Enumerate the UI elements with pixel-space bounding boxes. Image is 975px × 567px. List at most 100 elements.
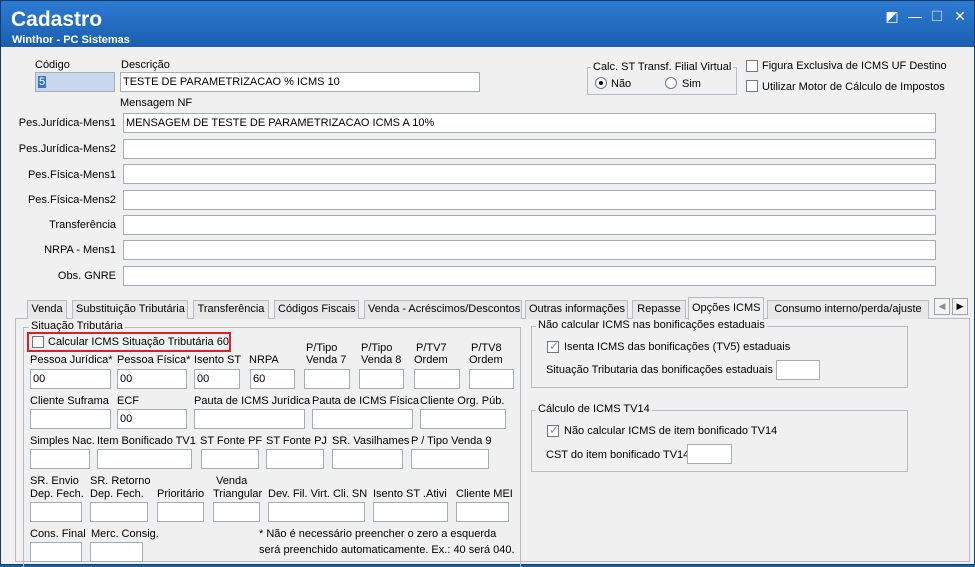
radio-sim-label: Sim: [682, 78, 701, 90]
descricao-field[interactable]: TESTE DE PARAMETRIZACAO % ICMS 10: [120, 72, 480, 92]
sr-retorno-label-2: Dep. Fech.: [90, 488, 144, 500]
tab-repasse[interactable]: Repasse: [632, 300, 686, 319]
minimize-button[interactable]: —: [906, 8, 924, 24]
pes-juridica-mens2-field[interactable]: [123, 139, 936, 159]
p-tv7-ordem-field[interactable]: [414, 369, 460, 389]
p-tipo-venda8-label-1: P/Tipo: [361, 342, 393, 354]
cliente-org-pub-label: Cliente Org. Púb.: [420, 395, 505, 407]
radio-nao[interactable]: [595, 77, 607, 89]
pessoa-juridica-field[interactable]: 00: [30, 369, 111, 389]
msg-row-label: Pes.Jurídica-Mens1: [18, 117, 116, 129]
tab-transferencia[interactable]: Transferência: [193, 300, 269, 319]
p-tipo-venda7-label-2: Venda 7: [306, 354, 347, 366]
cliente-suframa-field[interactable]: [30, 409, 111, 429]
merc-consig-label: Merc. Consig.: [91, 528, 159, 540]
tab-consumo-interno[interactable]: Consumo interno/perda/ajuste: [767, 300, 929, 319]
prioritario-label: Prioritário: [157, 488, 205, 500]
isento-st-field[interactable]: 00: [194, 369, 240, 389]
p-tipo-venda7-label-1: P/Tipo: [306, 342, 338, 354]
p-tv8-ordem-field[interactable]: [469, 369, 514, 389]
pauta-juridica-label: Pauta de ICMS Jurídica: [194, 395, 311, 407]
tab-bar: Venda Substituição Tributária Transferên…: [15, 297, 970, 320]
edit-icon[interactable]: ◩: [883, 8, 901, 24]
cliente-mei-label: Cliente MEI: [456, 488, 513, 500]
tab-opcoes-icms[interactable]: Opções ICMS: [688, 297, 764, 320]
st-fonte-pj-field[interactable]: [266, 449, 324, 469]
pes-fisica-mens1-field[interactable]: [123, 164, 936, 184]
pauta-juridica-field[interactable]: [194, 409, 305, 429]
title-bar[interactable]: Cadastro Winthor - PC Sistemas ◩ — ☐ ✕: [1, 1, 974, 47]
close-button[interactable]: ✕: [951, 8, 969, 24]
nrpa-field[interactable]: 60: [250, 369, 295, 389]
sr-retorno-label-1: SR. Retorno: [90, 475, 151, 487]
tab-scroll-left-icon[interactable]: ◀: [934, 298, 950, 315]
nrpa-mens1-field[interactable]: [123, 240, 936, 260]
msg-row-label: Pes.Física-Mens2: [27, 194, 116, 206]
cons-final-field[interactable]: [30, 542, 82, 562]
pessoa-fisica-field[interactable]: 00: [117, 369, 187, 389]
nao-calcular-tv14-label: Não calcular ICMS de item bonificado TV1…: [564, 425, 778, 437]
item-bonificado-label: Item Bonificado TV1: [97, 435, 196, 447]
p-tipo-venda9-label: P / Tipo Venda 9: [411, 435, 492, 447]
msg-row-label: Obs. GNRE: [57, 270, 116, 282]
radio-nao-label: Não: [611, 78, 632, 90]
p-tv7-ordem-label-2: Ordem: [414, 354, 448, 366]
pes-juridica-mens1-field[interactable]: MENSAGEM DE TESTE DE PARAMETRIZACAO ICMS…: [123, 113, 936, 133]
note-line-2: será preenchido automaticamente. Ex.: 40…: [259, 544, 515, 556]
venda-triangular-field[interactable]: [213, 502, 260, 522]
prioritario-field[interactable]: [157, 502, 204, 522]
tab-outras-informacoes[interactable]: Outras informações: [525, 300, 628, 319]
p-tipo-venda9-field[interactable]: [411, 449, 489, 469]
cliente-mei-field[interactable]: [456, 502, 509, 522]
p-tv8-ordem-label-2: Ordem: [469, 354, 503, 366]
nao-calcular-tv14-checkbox[interactable]: [547, 423, 559, 437]
codigo-field[interactable]: 5: [35, 72, 115, 92]
maximize-button[interactable]: ☐: [928, 8, 946, 24]
venda-triangular-label-1: Venda: [216, 475, 248, 487]
dev-fil-virt-field[interactable]: [268, 502, 365, 522]
isento-st-label: Isento ST: [194, 354, 242, 366]
figura-exclusiva-checkbox[interactable]: [746, 60, 758, 72]
sr-retorno-field[interactable]: [90, 502, 148, 522]
calc-st-label: Calc. ST Transf. Filial Virtual: [591, 61, 734, 73]
bonificacoes-title: Não calcular ICMS nas bonificações estad…: [536, 319, 767, 331]
sr-envio-label-1: SR. Envio: [30, 475, 79, 487]
cliente-org-pub-field[interactable]: [420, 409, 506, 429]
cons-final-label: Cons. Final: [30, 528, 86, 540]
p-tipo-venda7-field[interactable]: [304, 369, 350, 389]
note-line-1: * Não é necessário preencher o zero a es…: [259, 528, 497, 540]
simples-nac-field[interactable]: [30, 449, 90, 469]
situacao-bonificacoes-label: Situação Tributaria das bonificações est…: [546, 364, 773, 376]
pes-fisica-mens2-field[interactable]: [123, 190, 936, 210]
sr-envio-field[interactable]: [30, 502, 82, 522]
radio-sim[interactable]: [665, 77, 677, 89]
tab-venda-acrescimos[interactable]: Venda - Acréscimos/Descontos: [364, 300, 522, 319]
tab-scroll-right-icon[interactable]: ▶: [952, 298, 968, 315]
pauta-fisica-field[interactable]: [312, 409, 413, 429]
st-fonte-pj-label: ST Fonte PJ: [266, 435, 327, 447]
p-tipo-venda8-field[interactable]: [359, 369, 404, 389]
calcular-icms-st60-checkbox[interactable]: [32, 336, 44, 348]
transferencia-field[interactable]: [123, 215, 936, 235]
isento-st-ativi-field[interactable]: [373, 502, 448, 522]
sr-vasilhames-label: SR. Vasilhames: [332, 435, 410, 447]
situacao-tributaria-title: Situação Tributária: [29, 320, 125, 332]
motor-calculo-checkbox[interactable]: [746, 80, 758, 92]
ecf-field[interactable]: 00: [117, 409, 187, 429]
merc-consig-field[interactable]: [90, 542, 143, 562]
cliente-suframa-label: Cliente Suframa: [30, 395, 109, 407]
tab-substituicao-tributaria[interactable]: Substituição Tributária: [72, 300, 188, 319]
msg-row-label: NRPA - Mens1: [44, 244, 116, 256]
tab-venda[interactable]: Venda: [27, 300, 67, 319]
st-fonte-pf-field[interactable]: [201, 449, 259, 469]
tab-codigos-fiscais[interactable]: Códigos Fiscais: [274, 300, 359, 319]
p-tv8-ordem-label-1: P/TV8: [471, 342, 502, 354]
sr-vasilhames-field[interactable]: [332, 449, 403, 469]
cst-tv14-field[interactable]: [687, 444, 732, 464]
item-bonificado-field[interactable]: [97, 449, 192, 469]
isenta-icms-tv5-checkbox[interactable]: [547, 339, 559, 353]
bonificacoes-group: [531, 326, 908, 388]
obs-gnre-field[interactable]: [123, 266, 936, 286]
situacao-bonificacoes-field[interactable]: [776, 360, 820, 380]
venda-triangular-label-2: Triangular: [213, 488, 263, 500]
